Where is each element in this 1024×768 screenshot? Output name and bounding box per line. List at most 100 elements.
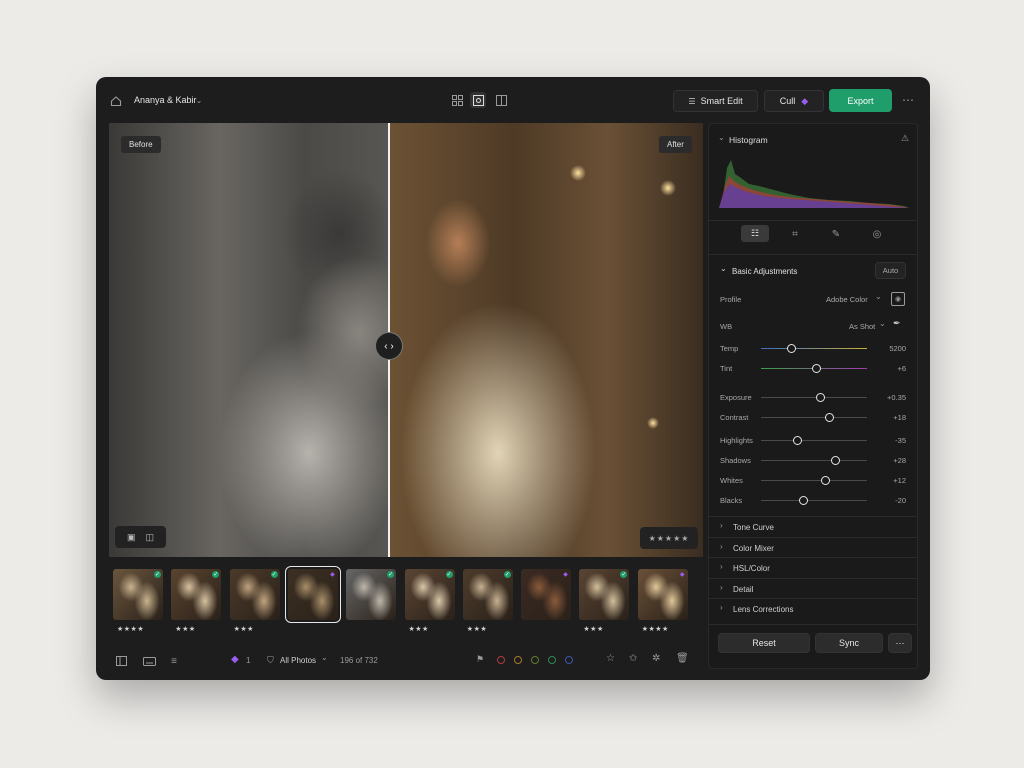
slider-label: Exposure xyxy=(720,393,752,402)
loupe-view-icon[interactable] xyxy=(470,92,486,108)
filmstrip-thumbnail[interactable]: ◆ xyxy=(521,569,572,620)
slider-value[interactable]: +18 xyxy=(866,413,906,422)
chevron-down-icon[interactable]: ⌄ xyxy=(879,319,886,328)
collapsed-section[interactable]: › Detail xyxy=(709,577,917,599)
badge-icon[interactable]: ✲ xyxy=(652,653,660,664)
slider-handle[interactable] xyxy=(816,393,826,402)
filmstrip-thumbnail[interactable]: ✓ xyxy=(229,569,280,620)
flag-icon[interactable]: ⚑ xyxy=(476,654,484,665)
slider-track[interactable] xyxy=(761,480,867,481)
star-icon[interactable]: ☆ xyxy=(606,653,615,664)
project-title[interactable]: Ananya & Kabir xyxy=(134,95,197,105)
compare-icon[interactable]: ◫ xyxy=(146,532,155,543)
filmstrip-thumbnail[interactable]: ✓ xyxy=(404,569,455,620)
slider-track[interactable] xyxy=(761,440,867,441)
slider-track[interactable] xyxy=(761,417,867,418)
split-handle[interactable]: ‹ › xyxy=(375,332,403,360)
slider-handle[interactable] xyxy=(812,364,822,373)
panel-toggle-icon[interactable] xyxy=(114,654,128,668)
histogram-title[interactable]: Histogram xyxy=(729,135,768,145)
sliders-icon[interactable]: ☷ xyxy=(741,225,769,242)
chevron-right-icon: › xyxy=(720,521,723,530)
sync-button[interactable]: Sync xyxy=(815,633,883,653)
crop-icon[interactable]: ⌗ xyxy=(787,226,803,242)
sliders-icon: ☰ xyxy=(688,96,696,106)
slider-handle[interactable] xyxy=(793,436,803,445)
slider-value[interactable]: +6 xyxy=(866,364,906,373)
slider-label: Temp xyxy=(720,344,739,353)
eyedropper-icon[interactable]: ✒ xyxy=(893,318,901,329)
slider-handle[interactable] xyxy=(799,496,809,505)
collapsed-section[interactable]: › Tone Curve xyxy=(709,516,917,537)
color-label-olive[interactable] xyxy=(531,656,539,664)
slider-handle[interactable] xyxy=(820,476,830,485)
star-rating[interactable]: ★★★★★ xyxy=(640,527,698,549)
mask-icon[interactable]: ◎ xyxy=(869,226,885,242)
slider-value[interactable]: -35 xyxy=(866,436,906,445)
warning-icon[interactable]: ⚠ xyxy=(901,133,909,144)
color-label-red[interactable] xyxy=(497,656,505,664)
slider-label: Tint xyxy=(720,364,733,373)
action-bar: Reset Sync ⋯ xyxy=(709,624,917,669)
filter-dropdown[interactable]: All Photos xyxy=(280,656,316,665)
filmstrip-thumbnail[interactable]: ◆ xyxy=(284,566,341,623)
smart-edit-button[interactable]: ☰ Smart Edit xyxy=(673,90,758,112)
slider-label: Shadows xyxy=(720,456,751,465)
compare-view-icon[interactable] xyxy=(494,93,508,107)
filmstrip-thumbnail[interactable]: ✓ xyxy=(171,569,222,620)
slider-handle[interactable] xyxy=(786,344,796,353)
collapsed-section[interactable]: › Lens Corrections xyxy=(709,598,917,619)
color-label-yellow[interactable] xyxy=(514,656,522,664)
auto-button[interactable]: Auto xyxy=(875,262,906,279)
chevron-down-icon[interactable]: ⌄ xyxy=(194,94,204,106)
chevron-down-icon[interactable]: ⌄ xyxy=(720,264,727,273)
thumbnail-rating: ★★★ xyxy=(583,626,604,633)
chevron-down-icon[interactable]: ⌄ xyxy=(875,292,882,301)
thumbnail-rating: ★★★ xyxy=(466,626,488,633)
export-button[interactable]: Export xyxy=(829,89,892,112)
slider-track[interactable] xyxy=(761,397,867,398)
basic-adjustments-title[interactable]: Basic Adjustments xyxy=(732,267,797,276)
before-after-icon[interactable]: ▣ xyxy=(127,532,136,543)
reset-button[interactable]: Reset xyxy=(718,633,810,653)
filmstrip-thumbnail[interactable]: ✓ xyxy=(462,569,513,620)
profile-browser-icon[interactable]: ◉ xyxy=(891,292,905,306)
filmstrip-thumbnail[interactable]: ✓ xyxy=(579,569,630,620)
chevron-down-icon[interactable]: ⌄ xyxy=(718,133,725,142)
filmstrip-thumbnail[interactable]: ✓ xyxy=(346,569,397,620)
color-label-green[interactable] xyxy=(548,656,556,664)
home-icon[interactable] xyxy=(108,93,124,109)
more-icon[interactable]: ⋯ xyxy=(900,92,916,108)
eraser-icon[interactable]: ✎ xyxy=(828,226,844,242)
filter-icon[interactable]: ⛉ xyxy=(267,655,274,666)
slider-track[interactable] xyxy=(761,500,867,501)
section-title: Lens Corrections xyxy=(733,605,794,614)
collapsed-section[interactable]: › Color Mixer xyxy=(709,536,917,558)
slider-handle[interactable] xyxy=(824,413,834,422)
color-label-blue[interactable] xyxy=(565,656,573,664)
profile-dropdown[interactable]: Adobe Color xyxy=(826,295,868,304)
slider-value[interactable]: +12 xyxy=(866,476,906,485)
diamond-icon: ◆ xyxy=(231,654,239,665)
filmstrip-thumbnail[interactable]: ✓ xyxy=(113,569,163,620)
slider-track[interactable] xyxy=(761,348,867,349)
trash-icon[interactable]: 🗑 xyxy=(676,653,689,664)
collapsed-section[interactable]: › HSL/Color xyxy=(709,557,917,578)
cull-button[interactable]: Cull ◆ xyxy=(764,90,824,112)
wb-dropdown[interactable]: As Shot xyxy=(849,322,875,331)
slider-label: Blacks xyxy=(720,496,743,505)
grid-view-icon[interactable] xyxy=(450,93,464,107)
photo-viewer[interactable]: ‹ › Before After ▣ ◫ ★★★★★ xyxy=(109,123,703,557)
slider-value[interactable]: +0.35 xyxy=(866,393,906,402)
filmstrip-thumbnail[interactable]: ◆ xyxy=(637,569,688,620)
keyboard-icon[interactable] xyxy=(141,654,157,668)
slider-value[interactable]: 5200 xyxy=(866,344,906,353)
slider-value[interactable]: +28 xyxy=(866,456,906,465)
slider-value[interactable]: -20 xyxy=(866,496,906,505)
slider-handle[interactable] xyxy=(831,456,841,465)
chevron-down-icon[interactable]: ⌄ xyxy=(321,653,328,662)
star-outline-icon[interactable]: ✩ xyxy=(629,653,637,664)
sort-icon[interactable]: ≡ xyxy=(167,654,181,668)
slider-track[interactable] xyxy=(761,460,867,461)
more-options-button[interactable]: ⋯ xyxy=(888,633,912,653)
